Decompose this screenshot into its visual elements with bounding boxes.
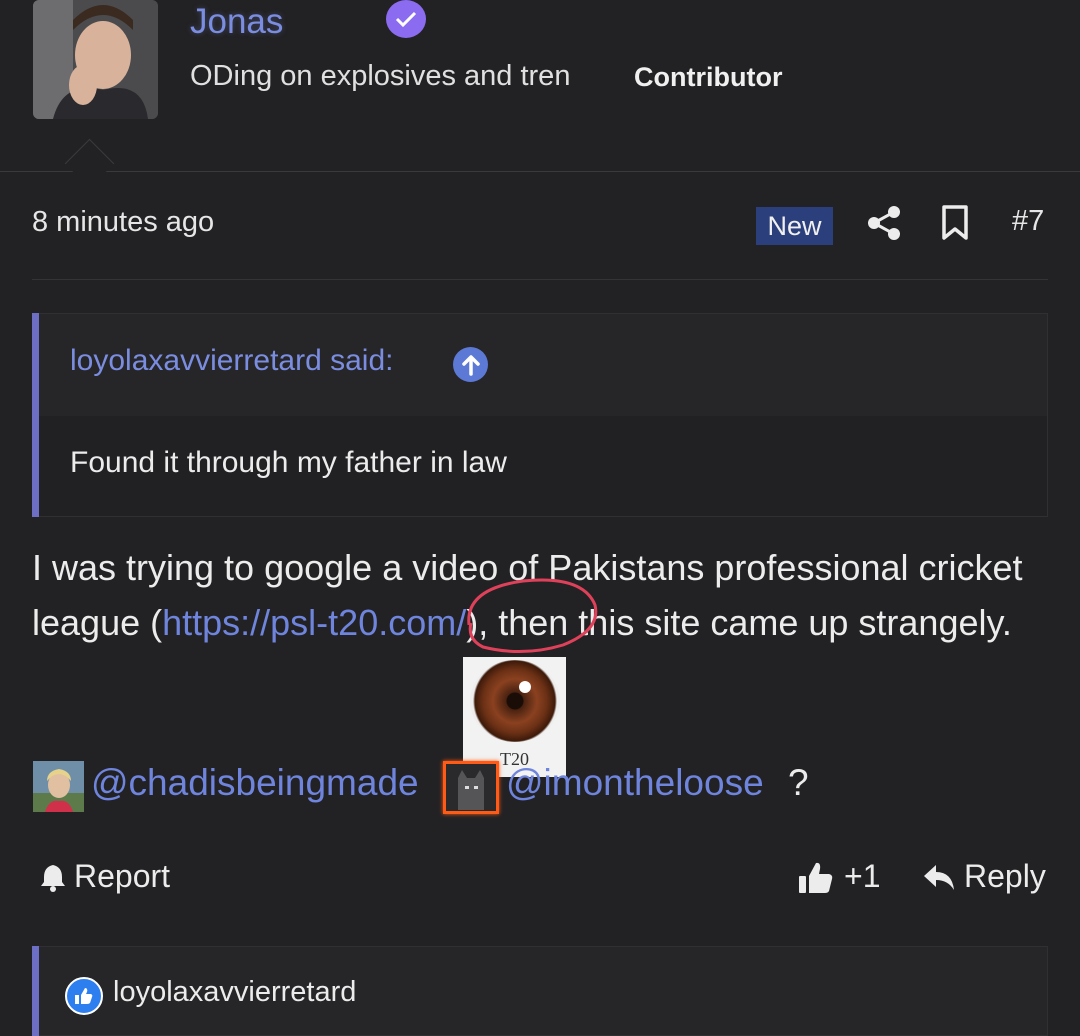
red-circle-annotation <box>467 578 598 653</box>
new-badge: New <box>756 207 833 245</box>
eye-image <box>470 660 560 742</box>
mention-suffix: ? <box>788 762 809 803</box>
report-button[interactable]: Report <box>38 858 170 895</box>
post-number[interactable]: #7 <box>1012 205 1044 238</box>
reply-label: Reply <box>964 858 1046 894</box>
reply-icon <box>924 864 954 890</box>
reply-button[interactable]: Reply <box>922 858 1046 895</box>
mention-link-1[interactable]: @chadisbeingmade <box>91 762 419 804</box>
user-avatar[interactable] <box>33 0 158 119</box>
like-reaction-icon <box>65 977 103 1015</box>
mention-link-2[interactable]: @imontheloose <box>506 762 764 804</box>
cat-emoji-icon <box>443 761 499 814</box>
post-timestamp[interactable]: 8 minutes ago <box>32 206 214 239</box>
meta-divider <box>32 279 1048 280</box>
share-icon[interactable] <box>866 204 902 242</box>
verified-icon <box>386 0 426 38</box>
like-count: +1 <box>844 858 881 894</box>
report-label: Report <box>74 858 171 894</box>
user-title: ODing on explosives and tren <box>190 60 571 92</box>
quote-accent-bar <box>32 313 39 517</box>
quote-text: Found it through my father in law <box>70 446 507 479</box>
bell-icon <box>41 864 65 892</box>
thumbs-up-icon <box>799 862 833 893</box>
like-button[interactable]: +1 <box>798 858 880 895</box>
arrow-up-icon[interactable] <box>453 347 488 382</box>
reaction-username[interactable]: loyolaxavvierretard <box>113 976 356 1009</box>
eye-glint <box>519 681 531 693</box>
bookmark-icon[interactable] <box>940 204 970 242</box>
mention-avatar[interactable] <box>33 761 84 812</box>
reactions-accent-bar <box>32 946 39 1036</box>
body-link[interactable]: https://psl-t20.com/ <box>162 602 466 643</box>
user-banner: Contributor <box>634 62 783 92</box>
username[interactable]: Jonas <box>190 2 283 42</box>
header-divider <box>0 171 1080 172</box>
message-arrow <box>64 138 115 189</box>
quote-attribution[interactable]: loyolaxavvierretard said: <box>70 344 393 378</box>
